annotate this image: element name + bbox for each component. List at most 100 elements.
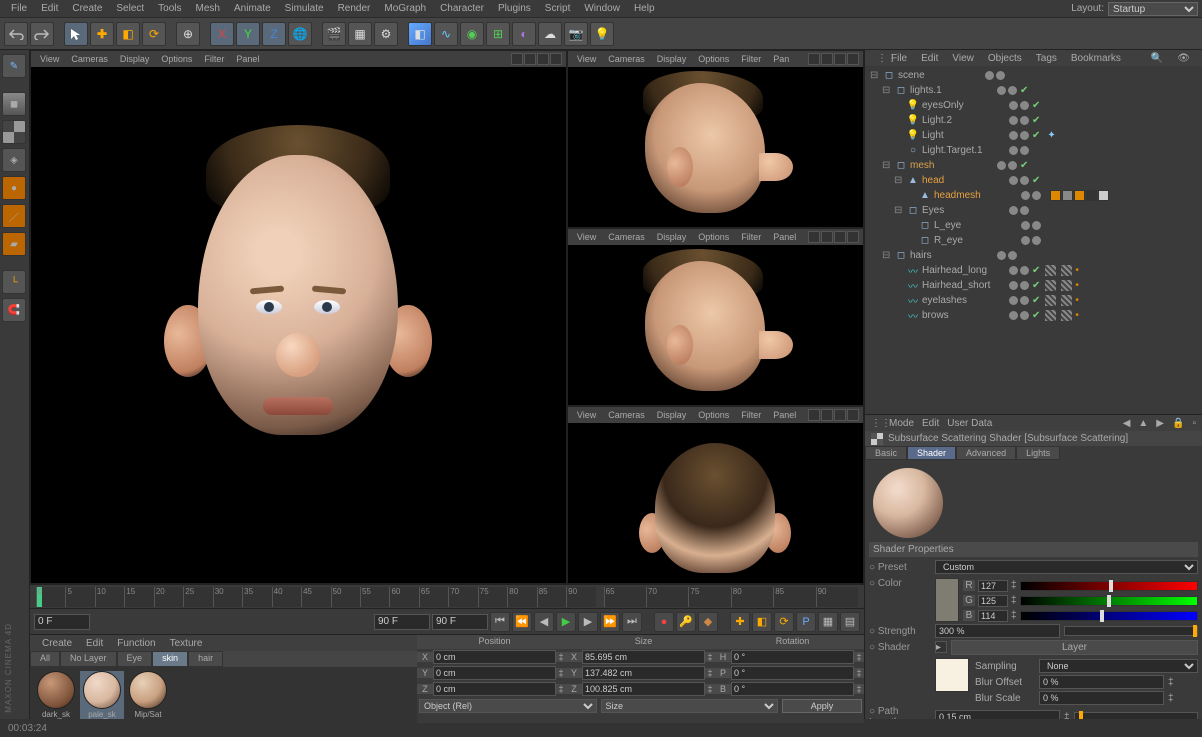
snap-tool[interactable]: 🧲 bbox=[2, 298, 26, 322]
vp2-opt[interactable]: Options bbox=[693, 54, 734, 64]
menu-edit[interactable]: Edit bbox=[34, 1, 65, 16]
path-length-field[interactable] bbox=[935, 710, 1060, 719]
attr-menu-edit[interactable]: Edit bbox=[922, 418, 939, 429]
menu-mesh[interactable]: Mesh bbox=[189, 1, 227, 16]
timeline-ruler[interactable]: 051015202530354045505560657075808590 657… bbox=[30, 584, 864, 608]
tree-row[interactable]: 💡Light✔✦ bbox=[867, 128, 1200, 143]
strength-slider[interactable] bbox=[1064, 626, 1198, 636]
scale-tool[interactable]: ◧ bbox=[116, 22, 140, 46]
timeline-ruler-main[interactable]: 051015202530354045505560657075808590 bbox=[36, 587, 596, 607]
menu-file[interactable]: File bbox=[4, 1, 34, 16]
preset-select[interactable]: Custom bbox=[935, 560, 1198, 574]
vp-nav-icon[interactable] bbox=[537, 53, 549, 65]
make-editable[interactable]: ✎ bbox=[2, 54, 26, 78]
vp4-view[interactable]: View bbox=[572, 410, 601, 420]
strength-field[interactable] bbox=[935, 624, 1060, 638]
tree-row[interactable]: 💡eyesOnly✔ bbox=[867, 98, 1200, 113]
attr-tab[interactable]: Advanced bbox=[956, 446, 1016, 460]
frame-start-field[interactable] bbox=[34, 614, 90, 630]
array-tool[interactable]: ⊞ bbox=[486, 22, 510, 46]
shader-layer-button[interactable]: Layer bbox=[951, 640, 1198, 655]
attr-tab[interactable]: Basic bbox=[865, 446, 907, 460]
camera-tool[interactable]: 📷 bbox=[564, 22, 588, 46]
viewport-side2-canvas[interactable] bbox=[568, 245, 863, 405]
rgb-value-field[interactable] bbox=[978, 610, 1008, 622]
material-tab[interactable]: skin bbox=[152, 651, 188, 667]
material-tab[interactable]: Eye bbox=[117, 651, 153, 667]
tree-row[interactable]: 〰brows✔• bbox=[867, 308, 1200, 323]
tree-row[interactable]: ⊟◻lights.1✔ bbox=[867, 83, 1200, 98]
mat-menu-create[interactable]: Create bbox=[36, 638, 78, 649]
autokey-button[interactable]: 🔑 bbox=[676, 612, 696, 632]
coord-rot-field[interactable] bbox=[731, 682, 854, 696]
point-mode[interactable]: ● bbox=[2, 176, 26, 200]
vp-nav-icon[interactable] bbox=[524, 53, 536, 65]
material-swatch[interactable]: Mip/Sat bbox=[126, 671, 170, 719]
tree-row[interactable]: 〰eyelashes✔• bbox=[867, 293, 1200, 308]
menu-mograph[interactable]: MoGraph bbox=[377, 1, 433, 16]
vp4-disp[interactable]: Display bbox=[652, 410, 692, 420]
frame-end-field[interactable] bbox=[374, 614, 430, 630]
attr-tab[interactable]: Lights bbox=[1016, 446, 1060, 460]
material-tab[interactable]: No Layer bbox=[60, 651, 117, 667]
coord-size-field[interactable] bbox=[582, 650, 705, 664]
vp2-cam[interactable]: Cameras bbox=[603, 54, 650, 64]
vp-nav-icon[interactable] bbox=[821, 53, 833, 65]
menu-character[interactable]: Character bbox=[433, 1, 491, 16]
axis-tool[interactable]: └ bbox=[2, 270, 26, 294]
key-param-toggle[interactable]: P bbox=[796, 612, 816, 632]
polygon-mode[interactable]: ▰ bbox=[2, 232, 26, 256]
viewport-main-canvas[interactable] bbox=[31, 67, 566, 583]
tree-row[interactable]: 💡Light.2✔ bbox=[867, 113, 1200, 128]
coord-pos-field[interactable] bbox=[433, 682, 556, 696]
sampling-select[interactable]: None bbox=[1039, 659, 1198, 673]
vp3-opt[interactable]: Options bbox=[693, 232, 734, 242]
coord-obj-mode[interactable]: Object (Rel) bbox=[419, 699, 597, 713]
vp-nav-icon[interactable] bbox=[847, 409, 859, 421]
tree-row[interactable]: ⊟◻mesh✔ bbox=[867, 158, 1200, 173]
obj-search-icon[interactable]: 🔍 bbox=[1145, 53, 1169, 64]
vp-menu-panel[interactable]: Panel bbox=[231, 54, 264, 64]
key-scale-toggle[interactable]: ◧ bbox=[752, 612, 772, 632]
menu-script[interactable]: Script bbox=[538, 1, 578, 16]
vp4-pan[interactable]: Panel bbox=[768, 410, 801, 420]
coord-size-field[interactable] bbox=[582, 666, 705, 680]
tree-row[interactable]: ⊟◻Eyes bbox=[867, 203, 1200, 218]
nurbs-tool[interactable]: ◉ bbox=[460, 22, 484, 46]
axis-y-toggle[interactable]: Y bbox=[236, 22, 260, 46]
tree-row[interactable]: 〰Hairhead_short✔• bbox=[867, 278, 1200, 293]
tree-row[interactable]: ▲headmesh bbox=[867, 188, 1200, 203]
vp-nav-icon[interactable] bbox=[808, 409, 820, 421]
attr-new-icon[interactable]: ▫ bbox=[1192, 418, 1196, 429]
key-rot-toggle[interactable]: ⟳ bbox=[774, 612, 794, 632]
mat-menu-edit[interactable]: Edit bbox=[80, 638, 109, 649]
tree-row[interactable]: ◻L_eye bbox=[867, 218, 1200, 233]
obj-menu-view[interactable]: View bbox=[946, 53, 980, 64]
object-tree[interactable]: ⊟◻scene⊟◻lights.1✔💡eyesOnly✔💡Light.2✔💡Li… bbox=[865, 66, 1202, 414]
obj-menu-bookmarks[interactable]: Bookmarks bbox=[1065, 53, 1127, 64]
path-length-slider[interactable] bbox=[1074, 712, 1198, 719]
mat-menu-texture[interactable]: Texture bbox=[164, 638, 209, 649]
tree-row[interactable]: ⊟◻scene bbox=[867, 68, 1200, 83]
vp-nav-icon[interactable] bbox=[834, 409, 846, 421]
attr-lock-icon[interactable]: 🔒 bbox=[1172, 418, 1184, 429]
vp-menu-options[interactable]: Options bbox=[156, 54, 197, 64]
vp4-opt[interactable]: Options bbox=[693, 410, 734, 420]
key-pos-toggle[interactable]: ✚ bbox=[730, 612, 750, 632]
menu-plugins[interactable]: Plugins bbox=[491, 1, 538, 16]
vp-nav-icon[interactable] bbox=[834, 53, 846, 65]
attr-nav-up-icon[interactable]: ▲ bbox=[1138, 418, 1148, 429]
vp3-cam[interactable]: Cameras bbox=[603, 232, 650, 242]
coord-rot-field[interactable] bbox=[731, 650, 854, 664]
tree-row[interactable]: ⊟◻hairs bbox=[867, 248, 1200, 263]
tree-row[interactable]: ◻R_eye bbox=[867, 233, 1200, 248]
rgb-slider[interactable] bbox=[1020, 581, 1198, 591]
vp-nav-icon[interactable] bbox=[808, 231, 820, 243]
rotate-tool[interactable]: ⟳ bbox=[142, 22, 166, 46]
menu-window[interactable]: Window bbox=[577, 1, 627, 16]
material-swatch[interactable]: dark_sk bbox=[34, 671, 78, 719]
axis-z-toggle[interactable]: Z bbox=[262, 22, 286, 46]
vp4-cam[interactable]: Cameras bbox=[603, 410, 650, 420]
vp-menu-view[interactable]: View bbox=[35, 54, 64, 64]
vp-nav-icon[interactable] bbox=[808, 53, 820, 65]
